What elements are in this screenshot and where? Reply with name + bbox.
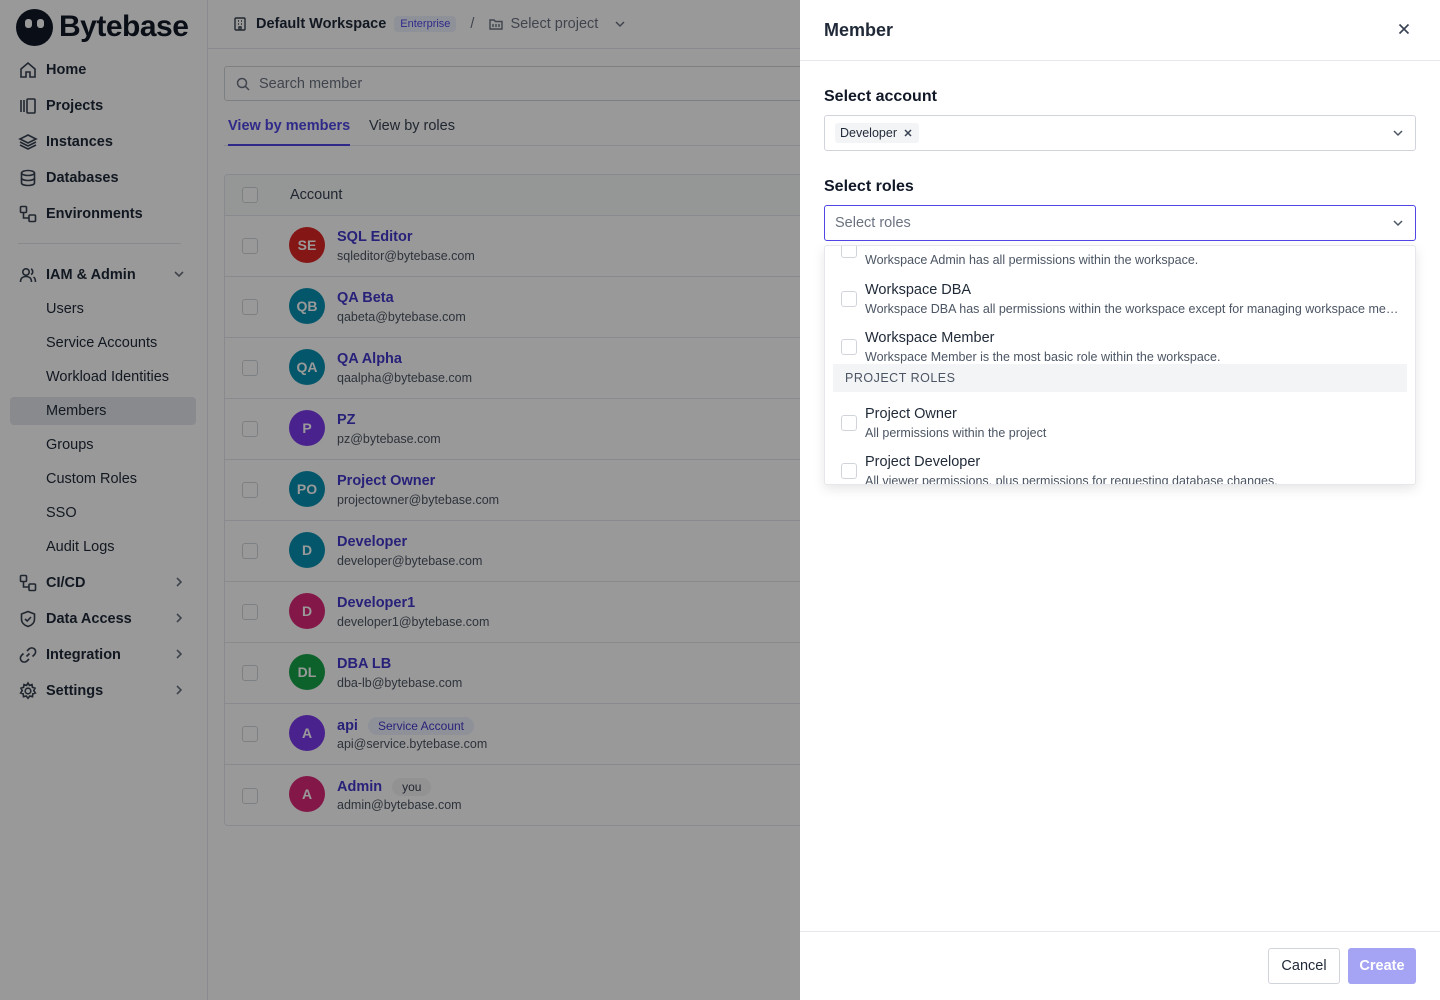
roles-select[interactable]: Select roles xyxy=(824,205,1416,241)
selected-account-chip: Developer xyxy=(835,123,919,143)
cancel-button[interactable]: Cancel xyxy=(1268,948,1340,984)
project-roles-group-header: PROJECT ROLES xyxy=(833,364,1407,392)
chevron-down-icon xyxy=(1393,220,1403,227)
role-description: Workspace Member is the most basic role … xyxy=(865,350,1221,364)
role-checkbox[interactable] xyxy=(841,246,857,258)
role-title: Project Developer xyxy=(865,454,981,470)
role-description: All permissions within the project xyxy=(865,426,1047,440)
role-description: Workspace DBA has all permissions within… xyxy=(865,302,1400,316)
close-icon[interactable] xyxy=(1396,21,1412,37)
remove-chip-icon[interactable] xyxy=(903,128,913,138)
create-button[interactable]: Create xyxy=(1348,948,1416,984)
role-description: Workspace Admin has all permissions with… xyxy=(865,253,1199,267)
role-checkbox[interactable] xyxy=(841,291,857,307)
role-checkbox[interactable] xyxy=(841,415,857,431)
drawer-footer-divider xyxy=(800,931,1440,932)
drawer-divider xyxy=(800,60,1440,61)
roles-dropdown: Workspace Admin has all permissions with… xyxy=(824,245,1416,485)
role-title: Workspace Member xyxy=(865,330,995,346)
role-option-workspace-admin[interactable]: Workspace Admin has all permissions with… xyxy=(825,246,1415,274)
role-description: All viewer permissions, plus permissions… xyxy=(865,474,1278,485)
modal-overlay[interactable] xyxy=(0,0,800,1000)
select-account-label: Select account xyxy=(824,88,937,105)
role-title: Project Owner xyxy=(865,406,957,422)
roles-placeholder: Select roles xyxy=(835,215,911,231)
role-option-workspace-dba[interactable]: Workspace DBA Workspace DBA has all perm… xyxy=(825,275,1415,323)
drawer-title: Member xyxy=(824,20,894,40)
account-select[interactable]: Developer xyxy=(824,115,1416,151)
selected-account-label: Developer xyxy=(840,126,897,140)
role-option-project-developer[interactable]: Project Developer All viewer permissions… xyxy=(825,447,1415,485)
role-option-project-owner[interactable]: Project Owner All permissions within the… xyxy=(825,399,1415,447)
role-title: Workspace DBA xyxy=(865,282,972,298)
select-roles-label: Select roles xyxy=(824,178,914,195)
chevron-down-icon xyxy=(1393,130,1403,137)
role-checkbox[interactable] xyxy=(841,339,857,355)
member-drawer: Member Select account Developer Select r… xyxy=(800,0,1440,1000)
role-checkbox[interactable] xyxy=(841,463,857,479)
